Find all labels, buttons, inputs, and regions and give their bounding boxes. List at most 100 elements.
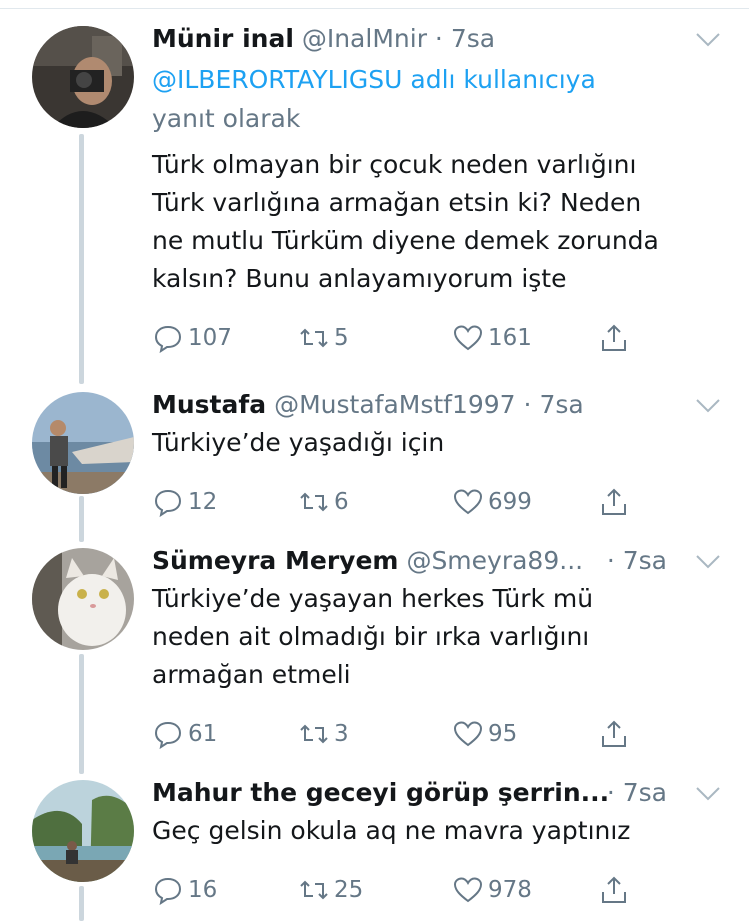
timestamp-group[interactable]: · 7sa (607, 776, 667, 810)
retweet-button[interactable]: 3 (298, 714, 349, 754)
reply-icon (154, 721, 182, 750)
like-button[interactable]: 161 (452, 318, 532, 358)
avatar[interactable] (32, 26, 134, 128)
heart-icon (453, 721, 483, 747)
tweet-actions: 107 5 161 (152, 318, 729, 358)
retweet-count: 25 (334, 877, 364, 903)
tweet-actions: 16 25 978 (152, 870, 729, 910)
share-button[interactable] (598, 318, 634, 358)
tweet-text-line: kalsın? Bunu anlayamıyorum işte (152, 264, 567, 293)
retweet-count: 5 (334, 325, 349, 351)
retweet-icon (300, 328, 328, 348)
thread-connector (79, 654, 84, 774)
tweet-text-line: Türk olmayan bir çocuk neden varlığını (152, 150, 637, 179)
display-name[interactable]: Münir inal (152, 24, 294, 53)
reply-count: 107 (188, 325, 232, 351)
reply-to-link[interactable]: @ILBERORTAYLIGSU (152, 65, 402, 94)
tweet-text-line: armağan etmeli (152, 660, 351, 689)
like-button[interactable]: 95 (452, 714, 517, 754)
thread-connector (79, 134, 84, 384)
reply-count: 61 (188, 721, 218, 747)
retweet-icon (300, 492, 328, 512)
timestamp[interactable]: 7sa (539, 390, 583, 419)
display-name[interactable]: Mahur the geceyi görüp şerrin... (152, 778, 609, 807)
like-count: 978 (488, 877, 532, 903)
top-divider (0, 8, 749, 9)
reply-to-suffix[interactable]: adlı kullanıcıya (402, 65, 595, 94)
thread-connector (79, 886, 84, 921)
twitter-thread: Münir inal @InalMnir · 7sa @ILBERORTAYLI… (0, 0, 749, 921)
heart-icon (453, 877, 483, 903)
tweet-text-line: Türk varlığına armağan etsin ki? Neden (152, 188, 642, 217)
separator-dot: · (606, 546, 615, 575)
share-icon (602, 876, 626, 903)
timestamp[interactable]: 7sa (623, 546, 667, 575)
tweet-actions: 12 6 699 (152, 482, 729, 522)
share-icon (602, 488, 626, 515)
user-handle[interactable]: @MustafaMstf1997 (274, 390, 516, 419)
reply-icon (154, 325, 182, 354)
user-handle[interactable]: @Smeyra89... (406, 546, 583, 575)
chevron-down-icon[interactable] (693, 778, 723, 808)
share-icon (602, 720, 626, 747)
like-button[interactable]: 699 (452, 482, 532, 522)
retweet-button[interactable]: 6 (298, 482, 349, 522)
tweet-header: Mahur the geceyi görüp şerrin... · 7sa (152, 776, 729, 810)
avatar[interactable] (32, 392, 134, 494)
tweet-text: Türkiye’de yaşadığı için (152, 424, 729, 462)
timestamp[interactable]: 7sa (623, 778, 667, 807)
avatar[interactable] (32, 780, 134, 882)
reply-button[interactable]: 16 (152, 870, 217, 910)
chevron-down-icon[interactable] (693, 546, 723, 576)
tweet-header: Münir inal @InalMnir · 7sa (152, 22, 729, 56)
reply-context: @ILBERORTAYLIGSU adlı kullanıcıya yanıt … (152, 60, 729, 138)
retweet-icon (300, 880, 328, 900)
heart-icon (453, 489, 483, 515)
like-button[interactable]: 978 (452, 870, 532, 910)
tweet-text-line: Türkiye’de yaşayan herkes Türk mü (152, 584, 594, 613)
separator-dot: · (434, 24, 443, 53)
retweet-count: 6 (334, 489, 349, 515)
retweet-icon (300, 724, 328, 744)
retweet-button[interactable]: 5 (298, 318, 349, 358)
reply-to-line2: yanıt olarak (152, 104, 301, 133)
reply-button[interactable]: 12 (152, 482, 217, 522)
display-name[interactable]: Sümeyra Meryem (152, 546, 398, 575)
tweet-text: Türkiye’de yaşayan herkes Türk mü neden … (152, 580, 729, 694)
share-button[interactable] (598, 870, 634, 910)
tweet-header: Sümeyra Meryem @Smeyra89... · 7sa (152, 544, 729, 578)
reply-button[interactable]: 61 (152, 714, 217, 754)
user-handle[interactable]: @InalMnir (302, 24, 427, 53)
retweet-button[interactable]: 25 (298, 870, 363, 910)
timestamp[interactable]: 7sa (451, 24, 495, 53)
reply-count: 16 (188, 877, 218, 903)
share-button[interactable] (598, 714, 634, 754)
like-count: 699 (488, 489, 532, 515)
tweet-text-line: Türkiye’de yaşadığı için (152, 428, 445, 457)
separator-dot: · (523, 390, 532, 419)
reply-icon (154, 877, 182, 906)
heart-icon (453, 325, 483, 351)
reply-button[interactable]: 107 (152, 318, 232, 358)
tweet-text: Türk olmayan bir çocuk neden varlığını T… (152, 146, 729, 298)
chevron-down-icon[interactable] (693, 390, 723, 420)
tweet-text-line: Geç gelsin okula aq ne mavra yaptınız (152, 816, 631, 845)
share-icon (602, 324, 626, 351)
share-button[interactable] (598, 482, 634, 522)
tweet-text-line: ne mutlu Türküm diyene demek zorunda (152, 226, 659, 255)
separator-dot: · (606, 778, 615, 807)
tweet-text-line: neden ait olmadığı bir ırka varlığını (152, 622, 590, 651)
reply-icon (154, 489, 182, 518)
tweet-text: Geç gelsin okula aq ne mavra yaptınız (152, 812, 729, 850)
avatar[interactable] (32, 548, 134, 650)
tweet-header: Mustafa @MustafaMstf1997 · 7sa (152, 388, 729, 422)
chevron-down-icon[interactable] (693, 24, 723, 54)
tweet-actions: 61 3 95 (152, 714, 729, 754)
thread-connector (79, 496, 84, 542)
retweet-count: 3 (334, 721, 349, 747)
like-count: 161 (488, 325, 532, 351)
like-count: 95 (488, 721, 518, 747)
display-name[interactable]: Mustafa (152, 390, 266, 419)
timestamp-group[interactable]: · 7sa (607, 544, 667, 578)
reply-count: 12 (188, 489, 218, 515)
